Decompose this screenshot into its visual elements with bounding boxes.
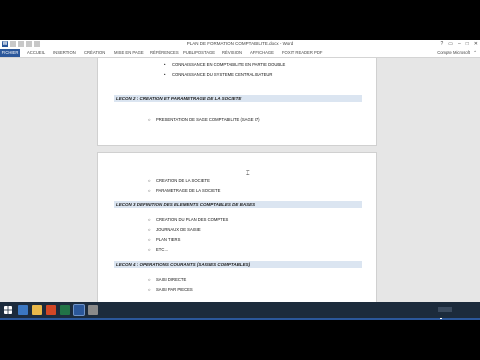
list-item: ○ SAISI DIRECTE bbox=[148, 277, 187, 282]
section-heading-lecon-4: LECON 4 : OPERATIONS COURANTS (SAISIES C… bbox=[114, 261, 362, 268]
circle-bullet-icon: ○ bbox=[148, 178, 151, 183]
window-controls: ? ▭ – □ ✕ bbox=[440, 41, 478, 48]
title-bar: W PLAN DE FORMATION COMPTABILITE.docx - … bbox=[0, 40, 480, 49]
list-item: ○ PARAMETRAGE DE LA SOCIETE bbox=[148, 188, 221, 193]
tab-revision[interactable]: RÉVISION bbox=[222, 50, 242, 56]
list-item: ○ CREATION DE LA SOCIETE bbox=[148, 178, 210, 183]
taskbar bbox=[0, 302, 480, 318]
bullet-icon: • bbox=[164, 62, 166, 67]
window-title: PLAN DE FORMATION COMPTABILITE.docx - Wo… bbox=[186, 41, 294, 46]
word-taskbar-icon[interactable] bbox=[73, 304, 85, 316]
section-heading-lecon-3: LECON 3 DEFINITION DES ELEMENTS COMPTABL… bbox=[114, 201, 362, 208]
system-tray[interactable] bbox=[438, 307, 452, 312]
powerpoint-icon[interactable] bbox=[46, 305, 56, 315]
tab-creation[interactable]: CRÉATION bbox=[84, 50, 105, 56]
bullet-icon: • bbox=[164, 72, 166, 77]
circle-bullet-icon: ○ bbox=[148, 217, 151, 222]
list-item: ○ CREATION DU PLAN DES COMPTES bbox=[148, 217, 229, 222]
list-item: ○ JOURNAUX DE SAISIE bbox=[148, 227, 201, 232]
circle-bullet-icon: ○ bbox=[148, 227, 151, 232]
app-icon[interactable] bbox=[88, 305, 98, 315]
word-window: W PLAN DE FORMATION COMPTABILITE.docx - … bbox=[0, 40, 480, 320]
minimize-icon[interactable]: – bbox=[458, 41, 461, 48]
circle-bullet-icon: ○ bbox=[148, 117, 151, 122]
close-icon[interactable]: ✕ bbox=[474, 41, 478, 48]
file-explorer-icon[interactable] bbox=[32, 305, 42, 315]
circle-bullet-icon: ○ bbox=[148, 287, 151, 292]
section-heading-lecon-2: LECON 2 : CREATION ET PARAMETRAGE DE LA … bbox=[114, 95, 362, 102]
excel-icon[interactable] bbox=[60, 305, 70, 315]
circle-bullet-icon: ○ bbox=[148, 247, 151, 252]
expand-ribbon-icon[interactable]: ⌃ bbox=[473, 50, 477, 56]
clock[interactable] bbox=[473, 304, 474, 310]
account-name[interactable]: Compte Microsoft bbox=[437, 50, 470, 56]
circle-bullet-icon: ○ bbox=[148, 237, 151, 242]
help-icon[interactable]: ? bbox=[440, 41, 443, 48]
tab-fichier[interactable]: FICHIER bbox=[0, 49, 20, 57]
circle-bullet-icon: ○ bbox=[148, 188, 151, 193]
tab-references[interactable]: RÉFÉRENCES bbox=[150, 50, 179, 56]
page-1: • CONNAISSANCE EN COMPTABILITE EN PARTIE … bbox=[97, 58, 377, 146]
tab-affichage[interactable]: AFFICHAGE bbox=[250, 50, 274, 56]
list-item: • CONNAISSANCE EN COMPTABILITE EN PARTIE … bbox=[164, 62, 286, 67]
list-item: ○ PRESENTATION DE SAGE COMPTABILITE (SAGE… bbox=[148, 117, 260, 122]
internet-explorer-icon[interactable] bbox=[18, 305, 28, 315]
ribbon-display-icon[interactable]: ▭ bbox=[448, 41, 453, 48]
list-item: ○ PLAN TIERS bbox=[148, 237, 181, 242]
circle-bullet-icon: ○ bbox=[148, 277, 151, 282]
tab-publipostage[interactable]: PUBLIPOSTAGE bbox=[183, 50, 215, 56]
document-area[interactable]: • CONNAISSANCE EN COMPTABILITE EN PARTIE … bbox=[0, 58, 480, 312]
ribbon-tabs: FICHIER ACCUEIL INSERTION CRÉATION MISE … bbox=[0, 49, 480, 58]
windows-start-icon[interactable] bbox=[4, 306, 12, 314]
tab-mise-en-page[interactable]: MISE EN PAGE bbox=[114, 50, 144, 56]
maximize-icon[interactable]: □ bbox=[466, 41, 469, 48]
list-item: ○ ETC… bbox=[148, 247, 169, 252]
text-cursor-icon: ⌶ bbox=[246, 171, 250, 177]
tab-insertion[interactable]: INSERTION bbox=[53, 50, 76, 56]
list-item: ○ SAISI PAR PIECES bbox=[148, 287, 193, 292]
tab-accueil[interactable]: ACCUEIL bbox=[27, 50, 45, 56]
page-2: ⌶ ○ CREATION DE LA SOCIETE ○ PARAMETRAGE D… bbox=[97, 152, 377, 312]
list-item: • CONNAISSANCE DU SYSTEME CENTRALISATEUR bbox=[164, 72, 273, 77]
tab-foxit-reader-pdf[interactable]: FOXIT READER PDF bbox=[282, 50, 322, 56]
